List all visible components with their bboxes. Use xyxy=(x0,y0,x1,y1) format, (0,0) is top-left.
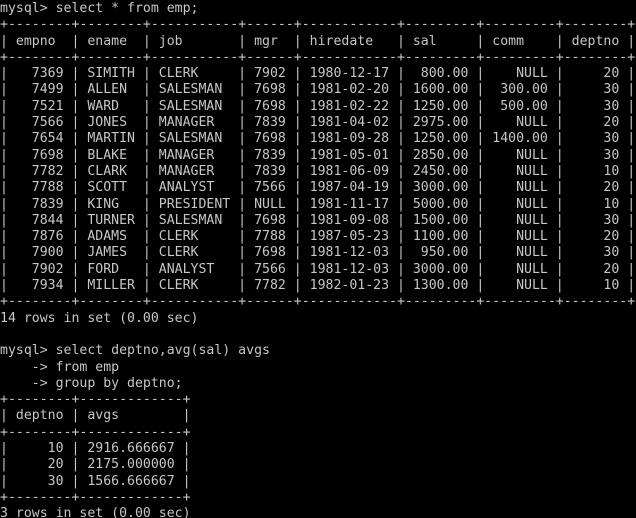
table-row: | 7876 | ADAMS | CLERK | 7788 | 1987-05-… xyxy=(0,229,636,245)
table-row: | 7369 | SIMITH | CLERK | 7902 | 1980-12… xyxy=(0,66,636,82)
continuation-line: -> from emp xyxy=(0,359,120,375)
continuation-line: -> group by deptno; xyxy=(0,375,183,391)
terminal-screen[interactable]: mysql> select * from emp; +--------+-----… xyxy=(0,0,636,518)
status-line: 14 rows in set (0.00 sec) xyxy=(0,310,199,326)
table-row: | 30 | 1566.666667 | xyxy=(0,473,191,489)
table-row: | 7788 | SCOTT | ANALYST | 7566 | 1987-0… xyxy=(0,180,636,196)
table-row: | 7900 | JAMES | CLERK | 7698 | 1981-12-… xyxy=(0,245,636,261)
status-line: 3 rows in set (0.00 sec) xyxy=(0,506,191,518)
table-row: | 20 | 2175.000000 | xyxy=(0,457,191,473)
table-row: | 7521 | WARD | SALESMAN | 7698 | 1981-0… xyxy=(0,98,636,114)
table-row: | 7654 | MARTIN | SALESMAN | 7698 | 1981… xyxy=(0,131,636,147)
table-border: +--------+-------------+ xyxy=(0,489,191,505)
table-row: | 7499 | ALLEN | SALESMAN | 7698 | 1981-… xyxy=(0,82,636,98)
prompt-line: mysql> select deptno,avg(sal) avgs xyxy=(0,343,270,359)
table-row: | 7934 | MILLER | CLERK | 7782 | 1982-01… xyxy=(0,278,636,294)
table-row: | 7902 | FORD | ANALYST | 7566 | 1981-12… xyxy=(0,261,636,277)
table-border: +--------+-------------+ xyxy=(0,424,191,440)
table-row: | 7782 | CLARK | MANAGER | 7839 | 1981-0… xyxy=(0,163,636,179)
table-row: | 7844 | TURNER | SALESMAN | 7698 | 1981… xyxy=(0,212,636,228)
table-border: +--------+--------+-----------+------+--… xyxy=(0,17,636,33)
prompt-line: mysql> select * from emp; xyxy=(0,1,199,16)
table-header-row: | empno | ename | job | mgr | hiredate |… xyxy=(0,33,636,49)
table-header-row: | deptno | avgs | xyxy=(0,408,191,424)
table-row: | 7698 | BLAKE | MANAGER | 7839 | 1981-0… xyxy=(0,147,636,163)
table-row: | 10 | 2916.666667 | xyxy=(0,441,191,457)
table-border: +--------+-------------+ xyxy=(0,392,191,408)
table-border: +--------+--------+-----------+------+--… xyxy=(0,49,636,65)
table-row: | 7839 | KING | PRESIDENT | NULL | 1981-… xyxy=(0,196,636,212)
table-row: | 7566 | JONES | MANAGER | 7839 | 1981-0… xyxy=(0,115,636,131)
table-border: +--------+--------+-----------+------+--… xyxy=(0,294,636,310)
